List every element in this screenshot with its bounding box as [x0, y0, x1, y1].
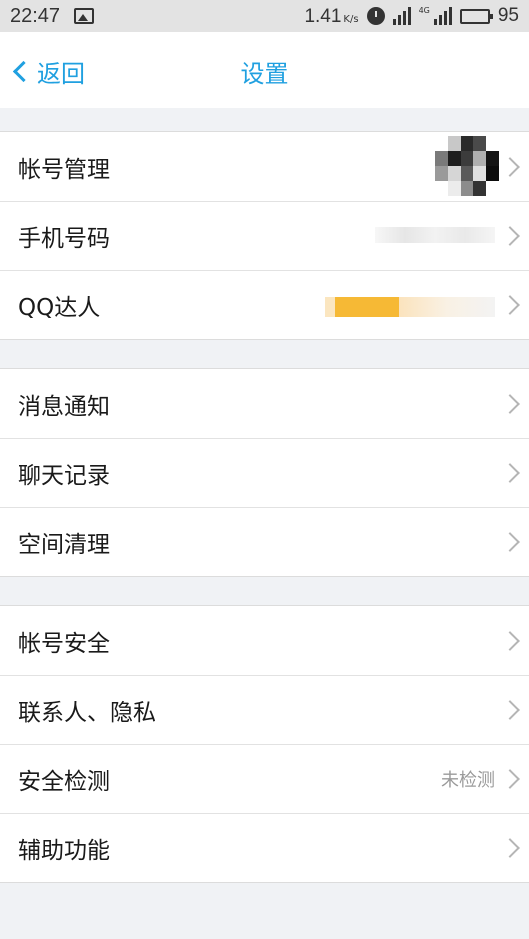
- settings-row-accessibility[interactable]: 辅助功能: [0, 813, 529, 882]
- chevron-right-icon: [500, 837, 520, 858]
- security-scan-status: 未检测: [441, 769, 495, 791]
- settings-row-chat-history[interactable]: 聊天记录: [0, 438, 529, 507]
- settings-row-label: 安全检测: [18, 768, 110, 795]
- alarm-icon: [366, 7, 385, 25]
- avatar: [435, 136, 499, 196]
- settings-group-account: 帐号管理 手机号码 QQ达人: [0, 131, 529, 340]
- chevron-right-icon: [500, 699, 520, 720]
- settings-row-contacts-privacy[interactable]: 联系人、隐私: [0, 675, 529, 744]
- settings-row-label: 帐号管理: [18, 156, 110, 183]
- net-speed-value: 1.41: [304, 5, 342, 27]
- settings-row-label: QQ达人: [18, 294, 101, 321]
- net-speed-unit: K/s: [343, 13, 359, 25]
- chevron-right-icon: [500, 630, 520, 651]
- settings-row-phone-number[interactable]: 手机号码: [0, 201, 529, 270]
- settings-row-security-scan[interactable]: 安全检测 未检测: [0, 744, 529, 813]
- settings-row-message-notifications[interactable]: 消息通知: [0, 369, 529, 438]
- image-notification-icon: [74, 8, 95, 24]
- status-right-group: 1.41 K/s 4G 95: [304, 5, 519, 28]
- settings-row-account-security[interactable]: 帐号安全: [0, 606, 529, 675]
- status-bar: 22:47 1.41 K/s 4G 95: [0, 0, 529, 32]
- chevron-right-icon: [500, 531, 520, 552]
- network-type-label: 4G: [418, 5, 430, 15]
- settings-row-label: 空间清理: [18, 531, 110, 558]
- settings-row-qq-talent[interactable]: QQ达人: [0, 270, 529, 339]
- blurred-phone-value: [375, 227, 495, 243]
- chevron-right-icon: [500, 225, 520, 246]
- settings-row-label: 帐号安全: [18, 630, 110, 657]
- chevron-right-icon: [500, 393, 520, 414]
- chevron-right-icon: [500, 156, 520, 177]
- settings-row-label: 消息通知: [18, 393, 110, 420]
- settings-row-label: 聊天记录: [18, 462, 110, 489]
- chevron-right-icon: [500, 768, 520, 789]
- settings-group-security: 帐号安全 联系人、隐私 安全检测 未检测 辅助功能: [0, 605, 529, 883]
- signal-4g-icon: [433, 7, 452, 25]
- settings-row-account-management[interactable]: 帐号管理: [0, 132, 529, 201]
- nav-bar: 返回 设置: [0, 32, 529, 108]
- settings-row-label: 手机号码: [18, 225, 110, 252]
- chevron-right-icon: [500, 462, 520, 483]
- status-time: 22:47: [10, 4, 61, 27]
- settings-row-label: 辅助功能: [18, 837, 110, 864]
- settings-row-storage-cleanup[interactable]: 空间清理: [0, 507, 529, 576]
- settings-row-label: 联系人、隐私: [18, 699, 156, 726]
- settings-group-messages: 消息通知 聊天记录 空间清理: [0, 368, 529, 577]
- net-speed: 1.41 K/s: [304, 5, 358, 28]
- battery-level: 95: [497, 5, 519, 26]
- signal-icon: [392, 7, 411, 25]
- page-title: 设置: [240, 60, 289, 88]
- chevron-right-icon: [500, 294, 520, 315]
- blurred-qq-talent-badge: [325, 297, 495, 317]
- battery-icon: [459, 8, 493, 24]
